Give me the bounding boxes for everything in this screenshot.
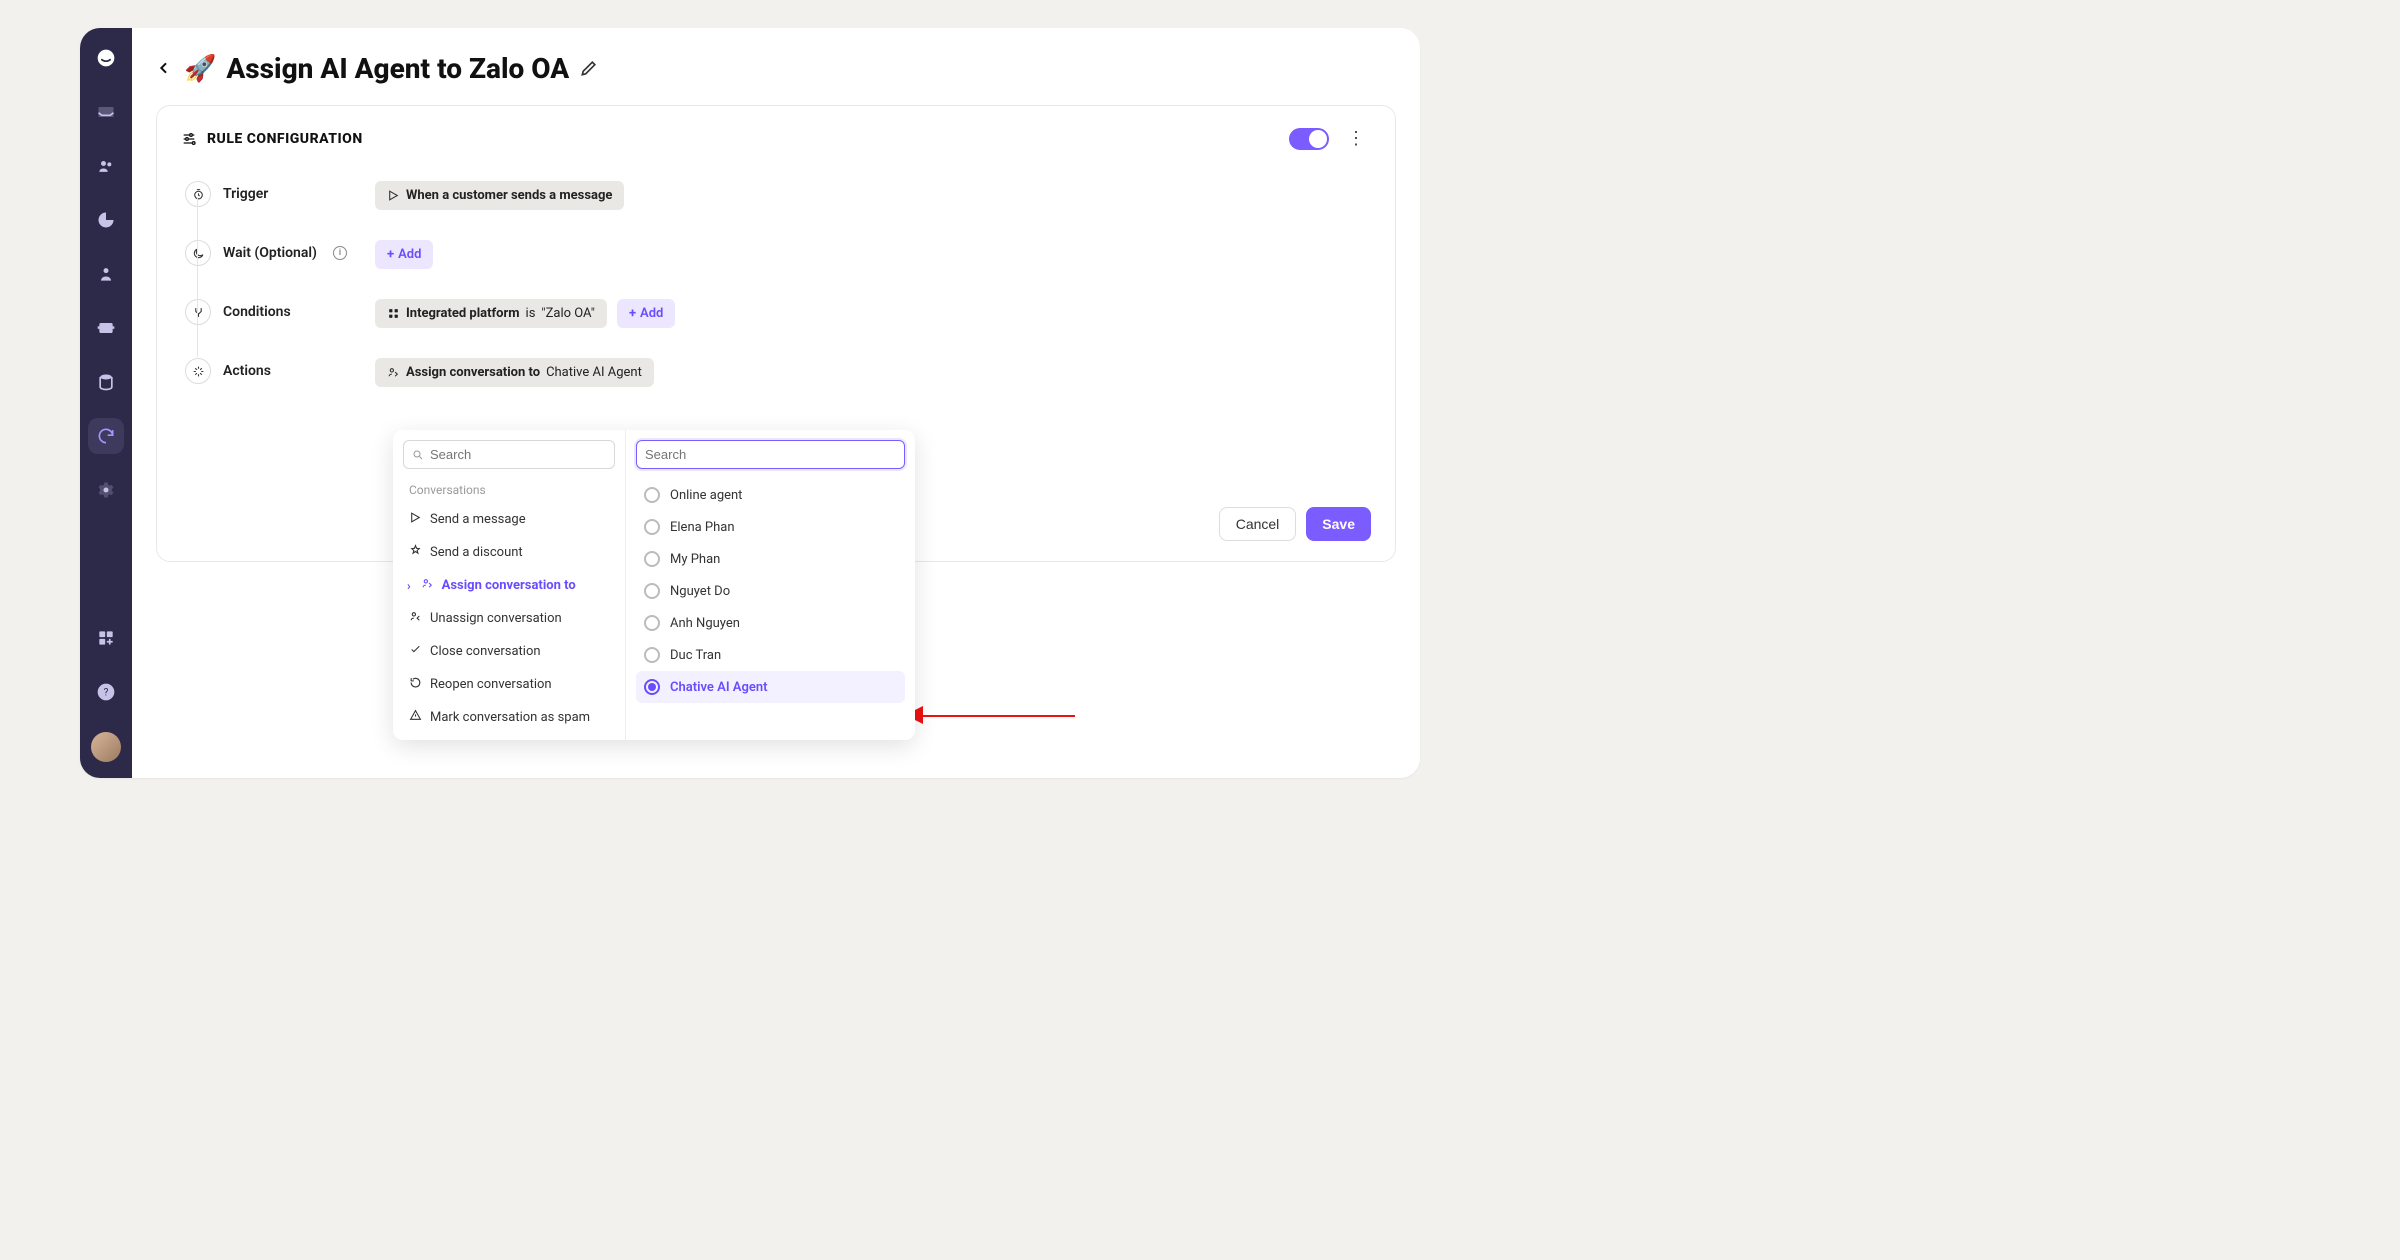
action-icon [409, 643, 422, 660]
app-logo-icon[interactable] [88, 40, 124, 76]
step-conditions: Conditions Integrated platform is "Zalo … [185, 299, 1371, 328]
action-item-label: Unassign conversation [430, 611, 562, 626]
settings-icon[interactable] [88, 472, 124, 508]
step-actions: Actions Assign conversation to Chative A… [185, 358, 1371, 387]
action-item-label: Send a message [430, 512, 526, 527]
action-search-input[interactable] [430, 447, 606, 462]
action-item[interactable]: Send a message [403, 503, 615, 536]
agent-search-box[interactable] [636, 440, 905, 469]
back-button[interactable] [156, 57, 172, 81]
action-icon [409, 709, 422, 726]
action-item[interactable]: Mark conversation as spam [403, 701, 615, 734]
action-item[interactable]: Unassign conversation [403, 602, 615, 635]
sparkle-icon [185, 358, 211, 384]
step-wait: Wait (Optional) i +Add [185, 240, 1371, 269]
agent-item-label: My Phan [670, 552, 720, 567]
radio-icon [644, 615, 660, 631]
radio-icon [644, 583, 660, 599]
branch-icon [185, 299, 211, 325]
radio-icon [644, 679, 660, 695]
database-icon[interactable] [88, 364, 124, 400]
action-icon [409, 544, 422, 561]
card-header: RULE CONFIGURATION ⋮ [181, 124, 1371, 169]
apps-icon[interactable] [88, 620, 124, 656]
agent-item[interactable]: Elena Phan [636, 511, 905, 543]
agent-item-label: Chative AI Agent [670, 680, 767, 695]
page-header: 🚀 Assign AI Agent to Zalo OA [156, 52, 1396, 105]
agent-item-label: Anh Nguyen [670, 616, 740, 631]
conditions-label: Conditions [223, 304, 291, 320]
agent-list-panel: Online agent Elena Phan My Phan Nguyet Do An… [625, 430, 915, 740]
agent-item[interactable]: Duc Tran [636, 639, 905, 671]
action-item[interactable]: Send a discount [403, 536, 615, 569]
cancel-button[interactable]: Cancel [1219, 507, 1297, 541]
agent-item[interactable]: Nguyet Do [636, 575, 905, 607]
action-chip[interactable]: Assign conversation to Chative AI Agent [375, 358, 654, 387]
sidebar: ? [80, 28, 132, 778]
action-item-label: Mark conversation as spam [430, 710, 590, 725]
analytics-icon[interactable] [88, 202, 124, 238]
rocket-icon: 🚀 [184, 54, 216, 84]
action-list-panel: Conversations Send a message Send a disco… [393, 430, 625, 740]
contacts-icon[interactable] [88, 148, 124, 184]
card-heading: RULE CONFIGURATION [207, 131, 363, 147]
action-item[interactable]: Close conversation [403, 635, 615, 668]
action-group-label: Conversations [403, 479, 615, 503]
condition-add-button[interactable]: +Add [617, 299, 675, 328]
agent-item[interactable]: My Phan [636, 543, 905, 575]
condition-chip[interactable]: Integrated platform is "Zalo OA" [375, 299, 607, 328]
action-icon [409, 676, 422, 693]
agent-item[interactable]: Chative AI Agent [636, 671, 905, 703]
page-title: 🚀 Assign AI Agent to Zalo OA [184, 52, 599, 85]
clock-icon [185, 181, 211, 207]
steps: Trigger When a customer sends a message [181, 169, 1371, 387]
radio-icon [644, 647, 660, 663]
inbox-icon[interactable] [88, 94, 124, 130]
automation-icon[interactable] [88, 418, 124, 454]
finance-icon[interactable] [88, 310, 124, 346]
trigger-label: Trigger [223, 186, 268, 202]
wait-label: Wait (Optional) [223, 245, 317, 261]
agent-item-label: Duc Tran [670, 648, 721, 663]
step-trigger: Trigger When a customer sends a message [185, 181, 1371, 210]
svg-text:?: ? [104, 687, 109, 698]
action-item-label: Close conversation [430, 644, 541, 659]
save-button[interactable]: Save [1306, 507, 1371, 541]
edit-title-button[interactable] [579, 52, 599, 85]
radio-icon [644, 519, 660, 535]
agent-item-label: Nguyet Do [670, 584, 730, 599]
action-icon [421, 577, 434, 594]
wait-add-button[interactable]: +Add [375, 240, 433, 269]
trigger-chip[interactable]: When a customer sends a message [375, 181, 624, 210]
action-item[interactable]: ›Assign conversation to [403, 569, 615, 602]
agent-item[interactable]: Online agent [636, 479, 905, 511]
page-title-text: Assign AI Agent to Zalo OA [226, 52, 569, 85]
sliders-icon [181, 131, 197, 147]
action-icon [409, 511, 422, 528]
step-connector-line [197, 197, 198, 357]
user-avatar[interactable] [91, 732, 121, 762]
info-icon[interactable]: i [333, 246, 347, 260]
action-icon [409, 610, 422, 627]
agent-item[interactable]: Anh Nguyen [636, 607, 905, 639]
help-icon[interactable]: ? [88, 674, 124, 710]
moon-icon [185, 240, 211, 266]
more-options-button[interactable]: ⋮ [1341, 124, 1371, 153]
agent-item-label: Online agent [670, 488, 742, 503]
rule-enabled-toggle[interactable] [1289, 128, 1329, 150]
radio-icon [644, 551, 660, 567]
agent-search-input[interactable] [645, 447, 896, 462]
campaigns-icon[interactable] [88, 256, 124, 292]
action-item-label: Send a discount [430, 545, 523, 560]
actions-label: Actions [223, 363, 271, 379]
search-icon [412, 448, 424, 462]
agent-item-label: Elena Phan [670, 520, 735, 535]
action-item[interactable]: Reopen conversation [403, 668, 615, 701]
radio-icon [644, 487, 660, 503]
action-search-box[interactable] [403, 440, 615, 469]
action-selector-dropdown: Conversations Send a message Send a disco… [393, 430, 915, 740]
action-item-label: Assign conversation to [442, 578, 576, 593]
action-item-label: Reopen conversation [430, 677, 552, 692]
